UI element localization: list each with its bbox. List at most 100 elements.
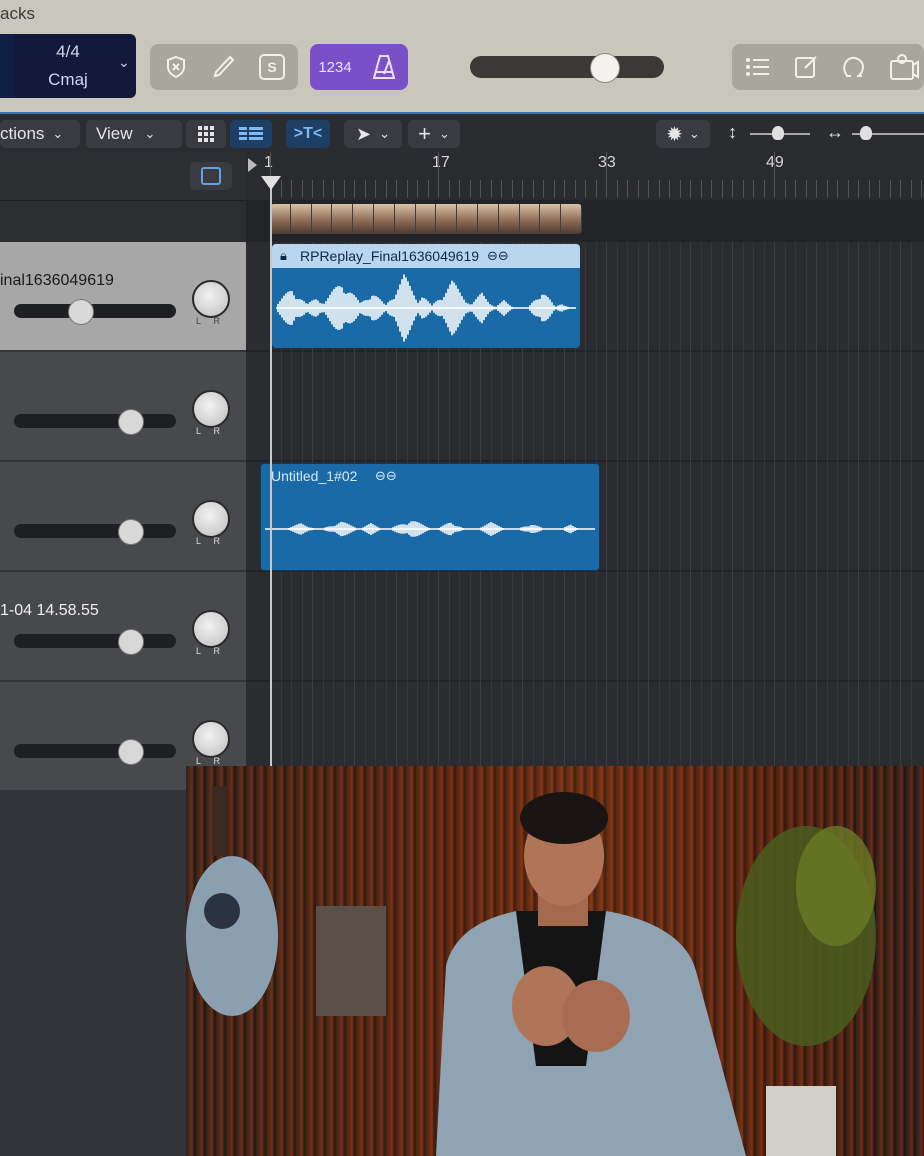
grid-line	[795, 242, 796, 766]
vertical-zoom-slider[interactable]: ↕	[724, 122, 814, 146]
track-name[interactable]: 1-04 14.58.55	[0, 602, 99, 620]
ruler-tick	[343, 180, 345, 198]
grid-line	[837, 242, 838, 766]
pointer-tool-menu[interactable]: ➤ ⌄	[344, 120, 402, 148]
solo-button[interactable]: S	[254, 50, 290, 84]
volume-slider[interactable]	[14, 524, 176, 538]
ruler-tick	[826, 180, 828, 198]
secondary-tool-menu[interactable]: + ⌄	[408, 120, 460, 148]
list-editors-button[interactable]	[740, 50, 776, 84]
ruler-tick	[816, 180, 817, 198]
bar-number: 1	[264, 154, 273, 171]
volume-slider[interactable]	[14, 304, 176, 318]
autopunch-button[interactable]	[206, 50, 242, 84]
track-header[interactable]: L R	[0, 462, 246, 572]
list-view-button[interactable]	[230, 120, 272, 148]
ruler-tick	[564, 180, 565, 198]
movie-thumbnail	[415, 204, 436, 234]
ruler-tick	[480, 180, 481, 198]
playhead-handle[interactable]	[261, 176, 281, 190]
movie-thumbnail	[457, 204, 477, 234]
track-header[interactable]: L R	[0, 352, 246, 462]
control-bar: acks 4/4 Cmaj ⌄ S 1234	[0, 0, 924, 112]
mode-button-group: S	[150, 44, 298, 90]
ruler-tick	[889, 180, 891, 198]
ruler-tick	[595, 180, 597, 198]
track-header[interactable]: inal1636049619 L R	[0, 242, 246, 352]
master-volume-slider[interactable]	[470, 56, 664, 78]
note-pad-button[interactable]	[788, 50, 824, 84]
ruler-tick	[679, 180, 681, 198]
functions-menu[interactable]: ctions ⌄	[0, 120, 80, 148]
volume-slider[interactable]	[14, 744, 176, 758]
grid-line	[606, 242, 607, 766]
timeline-ruler[interactable]: 1 17 33 49	[246, 152, 924, 201]
pan-knob[interactable]	[192, 500, 230, 538]
ruler-tick	[427, 180, 429, 198]
volume-knob[interactable]	[118, 739, 144, 765]
loop-browser-button[interactable]	[836, 50, 872, 84]
ruler-tick	[742, 180, 744, 198]
waveform-1	[276, 274, 576, 342]
view-menu[interactable]: View ⌄	[86, 120, 182, 148]
grid-line	[742, 242, 744, 766]
snap-settings-menu[interactable]: ✹ ⌄	[656, 120, 710, 148]
chevron-down-icon[interactable]: ⌄	[118, 54, 130, 71]
movie-thumbnail	[373, 204, 394, 234]
pan-knob[interactable]	[192, 390, 230, 428]
pointer-icon: ➤	[356, 123, 372, 144]
volume-slider[interactable]	[14, 634, 176, 648]
master-volume-knob[interactable]	[590, 53, 620, 83]
volume-knob[interactable]	[68, 299, 94, 325]
ruler-tick	[438, 152, 439, 198]
movie-thumbnails[interactable]	[270, 204, 582, 234]
track-header[interactable]: 1-04 14.58.55 L R	[0, 572, 246, 682]
ruler-tick	[490, 180, 492, 198]
volume-knob[interactable]	[118, 629, 144, 655]
pan-lr-label: L R	[196, 646, 221, 656]
count-in-button[interactable]: 1234	[310, 44, 360, 90]
audio-region[interactable]: RPReplay_Final1636049619 ⊖⊖ 🔒︎	[272, 244, 580, 348]
webcam-video-overlay	[186, 766, 924, 1156]
pan-knob[interactable]	[192, 280, 230, 318]
pan-lr-label: L R	[196, 426, 221, 436]
media-browser-button[interactable]	[884, 50, 924, 84]
ruler-tick	[333, 180, 334, 198]
lcd-display[interactable]: 4/4 Cmaj ⌄	[0, 34, 136, 98]
ruler-tick	[753, 180, 754, 198]
volume-slider[interactable]	[14, 414, 176, 428]
pan-knob[interactable]	[192, 720, 230, 758]
ruler-tick	[648, 180, 649, 198]
movie-thumbnail	[332, 204, 353, 234]
ruler-tick	[417, 180, 418, 198]
playhead[interactable]	[270, 178, 272, 766]
link-icon: ⊖⊖	[487, 248, 509, 263]
horizontal-zoom-slider[interactable]: ↔	[826, 122, 924, 146]
grid-line	[805, 242, 807, 766]
grid-line	[637, 242, 639, 766]
ruler-tick	[469, 180, 471, 198]
ruler-tick	[921, 180, 922, 198]
ruler-tick	[553, 180, 555, 198]
audio-region[interactable]: Untitled_1#02 ⊖⊖	[260, 463, 600, 571]
ruler-tick	[868, 180, 870, 198]
replace-mode-button[interactable]	[158, 50, 194, 84]
ruler-tick	[847, 180, 849, 198]
grid-view-button[interactable]	[186, 120, 226, 148]
grid-line	[711, 242, 712, 766]
pan-knob[interactable]	[192, 610, 230, 648]
global-tracks-button[interactable]	[190, 162, 232, 190]
track-name[interactable]: inal1636049619	[0, 272, 114, 290]
ruler-tick	[406, 180, 408, 198]
metronome-button[interactable]	[360, 44, 408, 90]
grid-line	[868, 242, 870, 766]
catch-playhead-button[interactable]: >T<	[286, 120, 330, 148]
ruler-tick	[606, 152, 607, 198]
ruler-tick	[301, 180, 303, 198]
zoom-thumb[interactable]	[860, 126, 872, 140]
movie-thumbnail	[290, 204, 311, 234]
zoom-thumb[interactable]	[772, 126, 784, 140]
volume-knob[interactable]	[118, 519, 144, 545]
volume-knob[interactable]	[118, 409, 144, 435]
movie-track-header	[0, 200, 246, 243]
